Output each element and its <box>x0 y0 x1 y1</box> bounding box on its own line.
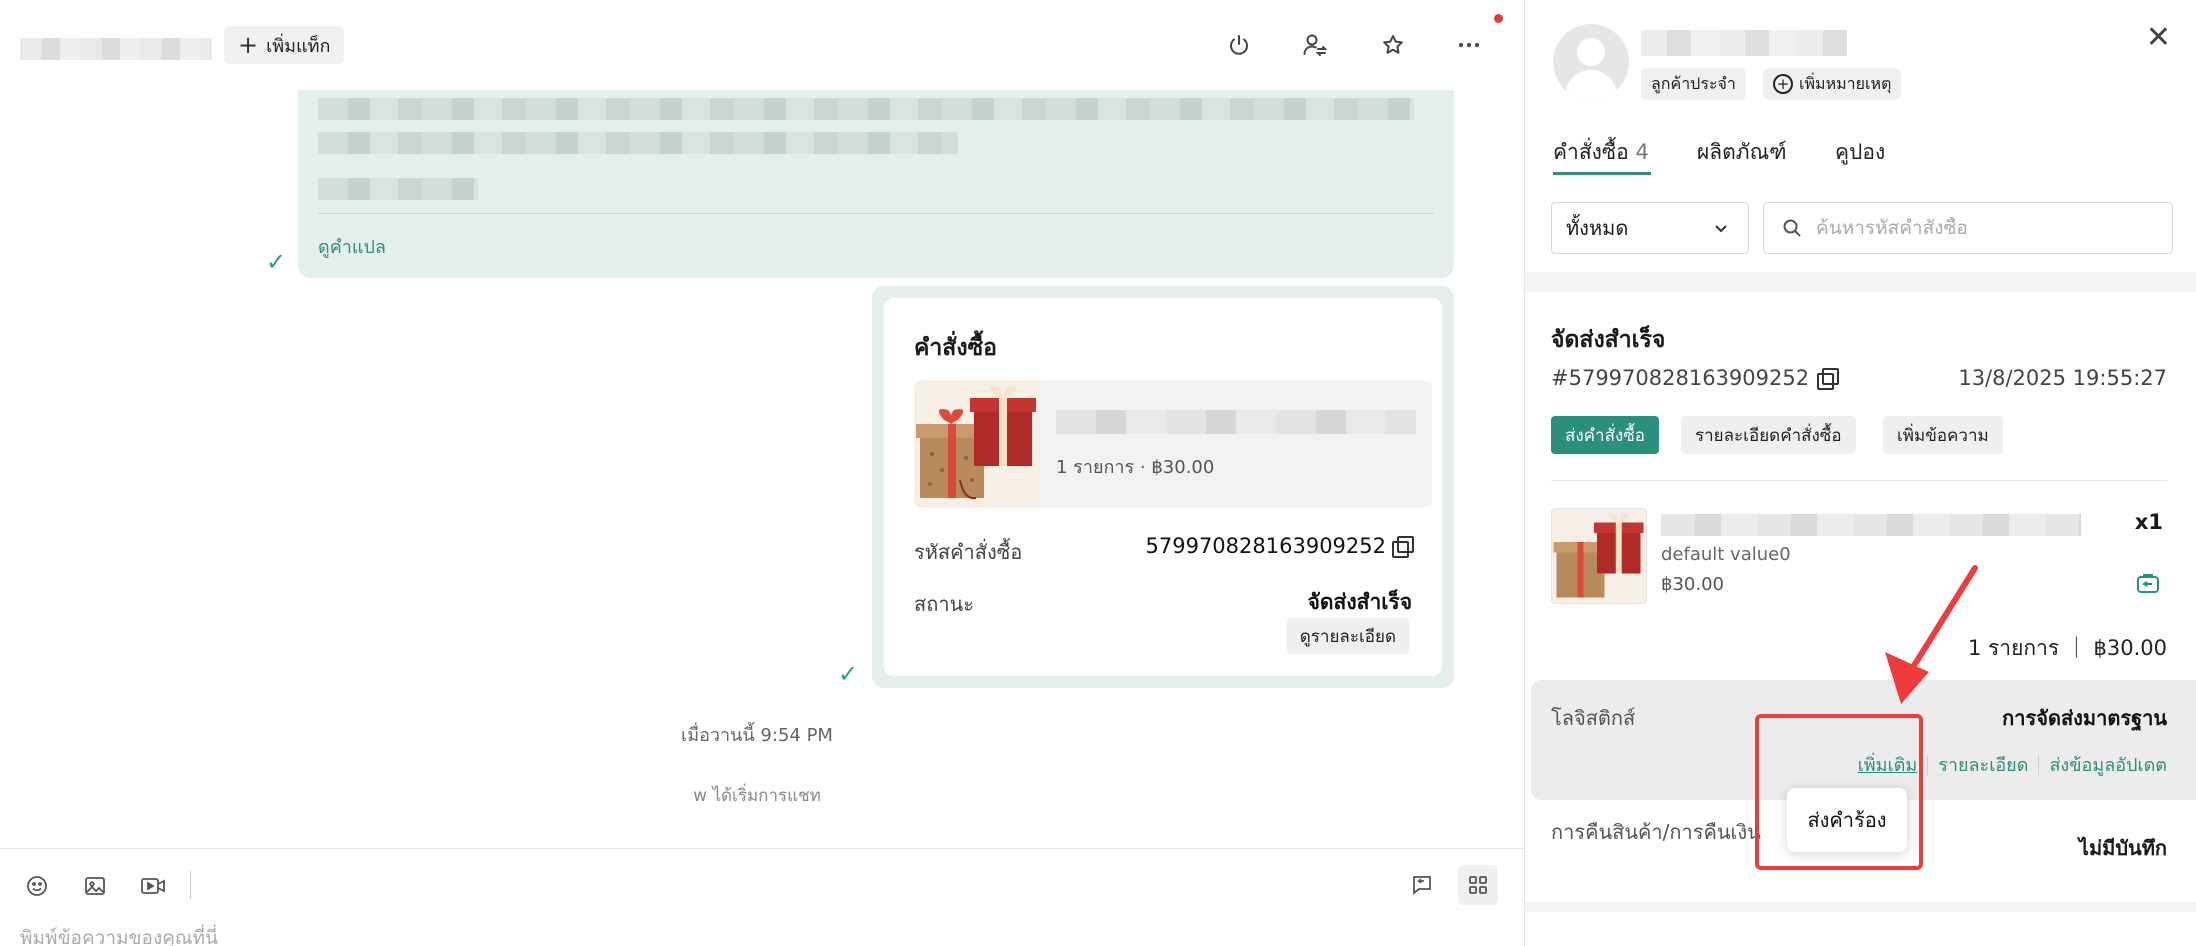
star-icon[interactable] <box>1376 28 1410 62</box>
logistics-links: เพิ่มเติม รายละเอียด ส่งข้อมูลอัปเดต <box>1858 750 2167 779</box>
customer-name-blurred <box>20 38 212 60</box>
item-quantity: x1 <box>2134 510 2163 534</box>
return-refund-value: ไม่มีบันทึก <box>2078 836 2167 860</box>
order-id-text: 579970828163909252 <box>1145 534 1387 558</box>
order-id-row: #579970828163909252 <box>1551 366 1840 390</box>
product-title-blurred <box>1056 410 1416 434</box>
message-text-blurred <box>318 178 478 200</box>
logistics-label: โลจิสติกส์ <box>1551 706 1636 730</box>
order-date: 13/8/2025 19:55:27 <box>1958 366 2167 390</box>
message-input[interactable]: พิมพ์ข้อความของคุณที่นี่ <box>20 923 218 946</box>
customer-panel: ลูกค้าประจำ + เพิ่มหมายเหตุ ✕ คำสั่งซื้อ… <box>1524 0 2196 946</box>
add-note-label: เพิ่มหมายเหตุ <box>1799 73 1892 93</box>
copy-icon[interactable] <box>1817 368 1840 390</box>
product-link-icon[interactable] <box>2135 570 2161 596</box>
divider <box>1551 480 2167 481</box>
status-value: จัดส่งสำเร็จ <box>1307 590 1412 614</box>
order-details-button[interactable]: รายละเอียดคำสั่งซื้อ <box>1681 416 1856 454</box>
regular-customer-label: ลูกค้าประจำ <box>1651 73 1736 93</box>
power-icon[interactable] <box>1222 28 1256 62</box>
emoji-icon[interactable] <box>22 871 52 901</box>
video-icon[interactable] <box>138 871 168 901</box>
panel-bottom-card <box>1525 912 2196 946</box>
plus-icon: + <box>238 31 259 59</box>
send-order-button[interactable]: ส่งคำสั่งซื้อ <box>1551 416 1660 454</box>
tab-coupons[interactable]: คูปอง <box>1835 136 1885 169</box>
tab-orders-count: 4 <box>1635 140 1649 164</box>
more-icon[interactable] <box>1452 28 1486 62</box>
message-composer: พิมพ์ข้อความของคุณที่นี่ <box>0 848 1524 946</box>
submit-request-menu-item[interactable]: ส่งคำร้อง <box>1787 788 1907 852</box>
read-check-icon: ✓ <box>838 660 859 688</box>
message-text-blurred <box>318 98 1414 120</box>
image-icon[interactable] <box>80 871 110 901</box>
order-id-value: 579970828163909252 <box>1145 534 1414 558</box>
order-id: #579970828163909252 <box>1551 366 1810 390</box>
read-check-icon: ✓ <box>266 248 287 276</box>
chat-area: + เพิ่มแท็ก ดูคำแปล ✓ คำสั่งซื้อ 1 รายกา… <box>0 0 1524 946</box>
close-icon[interactable]: ✕ <box>2146 20 2171 55</box>
notification-dot <box>1494 14 1503 23</box>
status-filter-dropdown[interactable]: ทั้งหมด <box>1551 202 1749 254</box>
order-status: จัดส่งสำเร็จ <box>1551 327 1666 353</box>
tab-orders-label: คำสั่งซื้อ <box>1553 140 1629 164</box>
message-timestamp: เมื่อวานนี้ 9:54 PM <box>681 725 833 746</box>
item-image <box>1551 508 1647 604</box>
more-link[interactable]: เพิ่มเติม <box>1858 750 1918 779</box>
copy-icon[interactable] <box>1392 536 1414 558</box>
add-tag-label: เพิ่มแท็ก <box>266 35 331 57</box>
translated-message-bubble: ดูคำแปล <box>298 90 1454 278</box>
see-translation-link[interactable]: ดูคำแปล <box>318 232 386 261</box>
item-title-blurred <box>1661 514 2081 536</box>
order-search-field[interactable] <box>1763 202 2173 254</box>
product-meta: 1 รายการ · ฿30.00 <box>1056 457 1215 478</box>
active-tab-indicator <box>1553 172 1651 175</box>
composer-separator <box>190 871 191 899</box>
order-card-title: คำสั่งซื้อ <box>914 335 997 361</box>
status-label: สถานะ <box>914 592 974 616</box>
add-tag-button[interactable]: + เพิ่มแท็ก <box>224 26 345 64</box>
add-circle-icon: + <box>1773 74 1793 94</box>
panel-header: ลูกค้าประจำ + เพิ่มหมายเหตุ ✕ คำสั่งซื้อ… <box>1525 0 2196 272</box>
tab-products[interactable]: ผลิตภัณฑ์ <box>1697 136 1787 169</box>
order-card: คำสั่งซื้อ 1 รายการ · ฿30.00 รหัสคำสั่งซ… <box>884 298 1442 676</box>
logistics-value: การจัดส่งมาตรฐาน <box>2002 706 2167 730</box>
logistics-section: โลจิสติกส์ การจัดส่งมาตรฐาน เพิ่มเติม รา… <box>1531 680 2196 800</box>
order-message-bubble: คำสั่งซื้อ 1 รายการ · ฿30.00 รหัสคำสั่งซ… <box>872 286 1454 688</box>
add-note-button[interactable]: + เพิ่มหมายเหตุ <box>1763 68 1902 100</box>
order-total: 1 รายการ ｜ ฿30.00 <box>1967 636 2167 660</box>
avatar <box>1553 24 1629 100</box>
transfer-user-icon[interactable] <box>1298 28 1332 62</box>
tab-orders[interactable]: คำสั่งซื้อ 4 <box>1553 136 1649 169</box>
regular-customer-chip: ลูกค้าประจำ <box>1641 68 1746 100</box>
product-image <box>914 380 1042 508</box>
send-update-link[interactable]: ส่งข้อมูลอัปเดต <box>2049 750 2167 779</box>
grid-menu-icon[interactable] <box>1458 865 1498 905</box>
search-icon <box>1783 219 1801 237</box>
bubble-divider <box>318 213 1434 214</box>
chevron-down-icon <box>1715 225 1727 233</box>
view-details-button[interactable]: ดูรายละเอียด <box>1285 618 1410 654</box>
order-search-input[interactable] <box>1816 217 2136 239</box>
item-price: ฿30.00 <box>1661 574 1724 595</box>
status-filter-value: ทั้งหมด <box>1566 216 1629 240</box>
details-link[interactable]: รายละเอียด <box>1938 750 2028 779</box>
quick-reply-icon[interactable] <box>1402 865 1442 905</box>
item-variant: default value0 <box>1661 544 1791 565</box>
return-refund-label: การคืนสินค้า/การคืนเงิน <box>1551 820 1761 844</box>
message-text-blurred <box>318 132 958 154</box>
chat-header: + เพิ่มแท็ก <box>0 0 1524 90</box>
add-message-button[interactable]: เพิ่มข้อความ <box>1883 416 2003 454</box>
order-detail-card: จัดส่งสำเร็จ #579970828163909252 13/8/20… <box>1525 292 2196 902</box>
customer-name-blurred <box>1641 30 1847 56</box>
order-card-product[interactable]: 1 รายการ · ฿30.00 <box>914 380 1432 508</box>
system-notice: w ได้เริ่มการแชท <box>693 786 821 806</box>
order-id-label: รหัสคำสั่งซื้อ <box>914 540 1023 564</box>
